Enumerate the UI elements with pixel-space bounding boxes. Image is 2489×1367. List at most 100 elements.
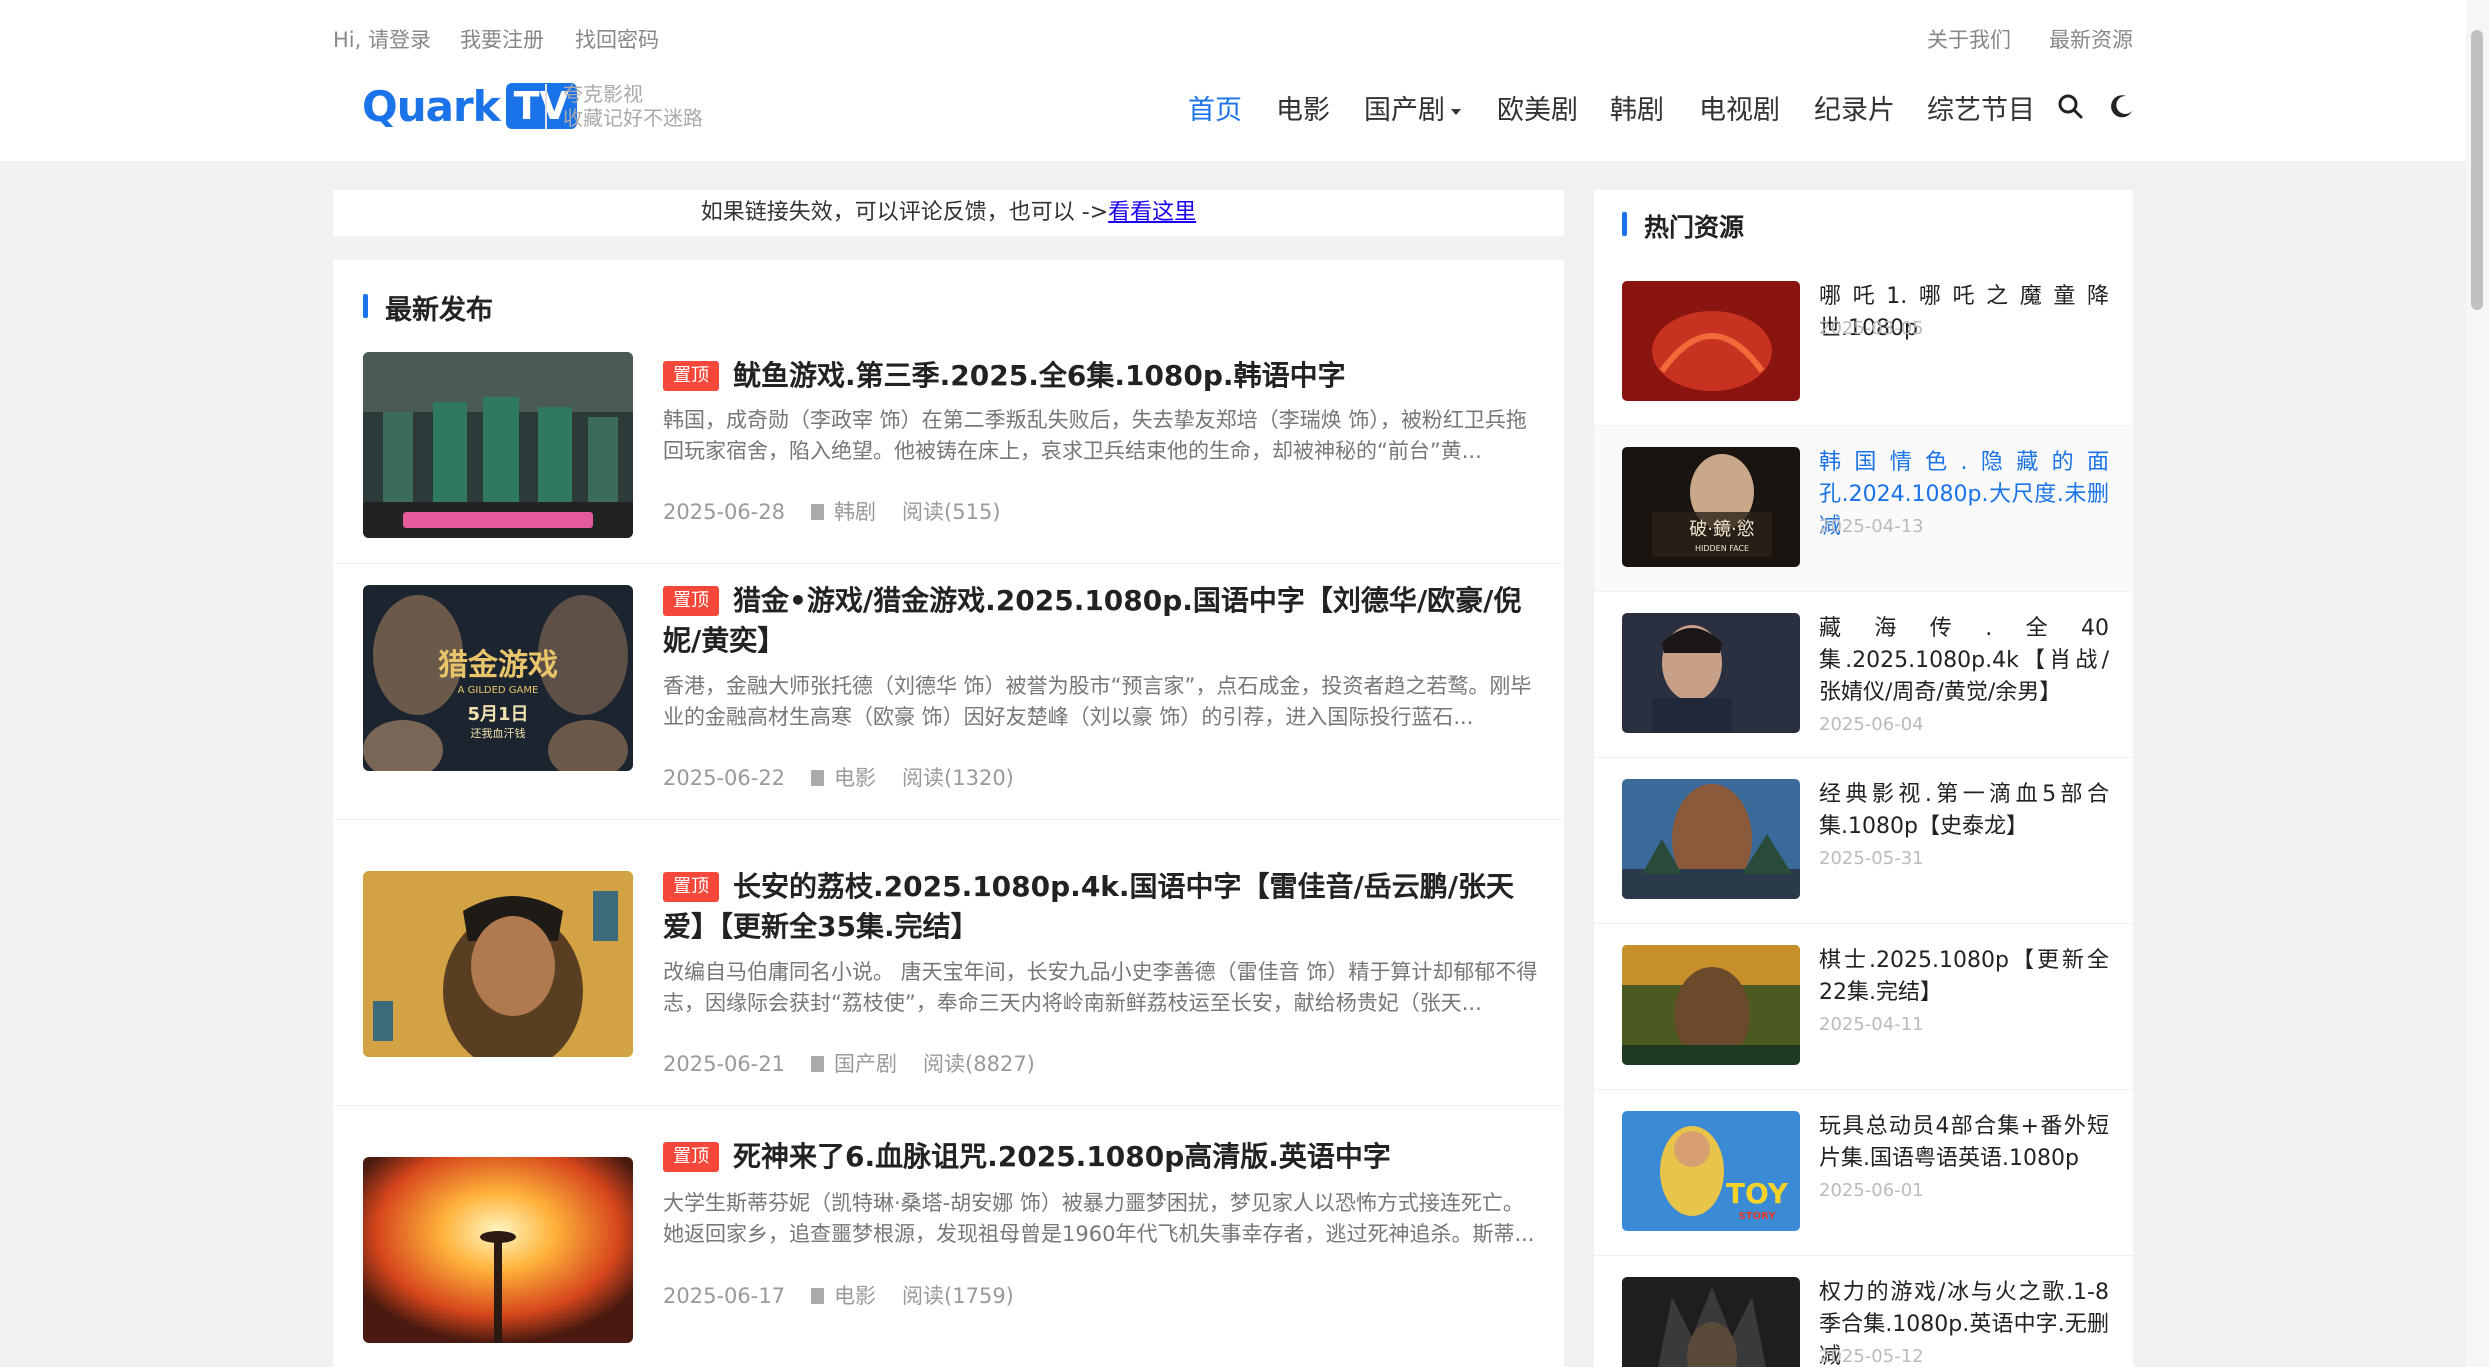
sidebar-item[interactable]: 权力的游戏/冰与火之歌.1-8季合集.1080p.英语中字.无删减 2025-0…: [1594, 1256, 2133, 1367]
sidebar-thumbnail[interactable]: 破·鏡·慾 HIDDEN FACE: [1622, 447, 1800, 567]
notice-bar: 如果链接失效，可以评论反馈，也可以 ->看看这里: [333, 190, 1564, 236]
post-category[interactable]: 电影: [811, 1284, 876, 1308]
post-excerpt: 改编自马伯庸同名小说。 唐天宝年间，长安九品小史李善德（雷佳音 饰）精于算计却郁…: [663, 960, 1538, 1015]
post-views: 阅读(8827): [923, 1052, 1035, 1076]
sidebar-title: 热门资源: [1622, 208, 1744, 244]
sidebar-item[interactable]: 哪吒1.哪吒之魔童降世.1080p 2025-03-05: [1594, 260, 2133, 426]
post-title[interactable]: 置顶 鱿鱼游戏.第三季.2025.全6集.1080p.韩语中字: [663, 356, 1538, 396]
book-icon: [811, 504, 825, 520]
post-views: 阅读(515): [902, 500, 1001, 524]
nav-korean-drama[interactable]: 韩剧: [1610, 88, 1664, 128]
svg-text:还我血汗钱: 还我血汗钱: [471, 726, 526, 740]
sidebar-item-title: 藏海传.全40集.2025.1080p.4k【肖战/张婧仪/周奇/黄觉/余男】: [1819, 616, 2109, 705]
post-title[interactable]: 置顶 死神来了6.血脉诅咒.2025.1080p高清版.英语中字: [663, 1137, 1538, 1177]
post-thumbnail[interactable]: [363, 1157, 633, 1343]
post-item: 猎金游戏 A GILDED GAME 5月1日 还我血汗钱 置顶 猎金•游戏/猎金…: [333, 565, 1564, 820]
post-item: 置顶 长安的荔枝.2025.1080p.4k.国语中字【雷佳音/岳云鹏/张天爱】【…: [333, 851, 1564, 1106]
post-date: 2025-06-22: [663, 766, 786, 790]
svg-text:STORY: STORY: [1739, 1211, 1777, 1222]
post-excerpt: 香港，金融大师张托德（刘德华 饰）被誉为股市“预言家”，点石成金，投资者趋之若鹜…: [663, 674, 1532, 729]
sidebar-item[interactable]: TOY STORY 玩具总动员4部合集+番外短片集.国语粤语英语.1080p 2…: [1594, 1090, 2133, 1256]
svg-text:TOY: TOY: [1726, 1177, 1789, 1210]
book-icon: [811, 1288, 825, 1304]
sidebar-item-date: 2025-06-04: [1819, 714, 1924, 735]
login-link[interactable]: Hi, 请登录: [333, 24, 431, 54]
register-link[interactable]: 我要注册: [460, 24, 544, 54]
pinned-badge: 置顶: [663, 872, 719, 902]
sidebar-item-date: 2025-04-11: [1819, 1014, 1924, 1035]
post-category[interactable]: 国产剧: [811, 1052, 897, 1076]
post-views: 阅读(1320): [902, 766, 1014, 790]
sidebar-item-date: 2025-06-01: [1819, 1180, 1924, 1201]
latest-posts-panel: 最新发布 置顶 鱿鱼游戏.第三季.2025.全6集.1080p.韩语中字 韩国，成…: [333, 260, 1564, 1367]
post-meta: 2025-06-22 电影 阅读(1320): [663, 762, 1040, 792]
sidebar-thumbnail[interactable]: TOY STORY: [1622, 1111, 1800, 1231]
site-slogan: 夸克影视 收藏记好不迷路: [563, 82, 703, 130]
sidebar-item[interactable]: 棋士.2025.1080p【更新全22集.完结】 2025-04-11: [1594, 924, 2133, 1090]
moon-icon[interactable]: [2108, 92, 2136, 120]
scrollbar-thumb[interactable]: [2471, 30, 2483, 310]
post-excerpt: 韩国，成奇勋（李政宰 饰）在第二季叛乱失败后，失去挚友郑培（李瑞焕 饰），被粉红…: [663, 408, 1527, 463]
post-title[interactable]: 置顶 长安的荔枝.2025.1080p.4k.国语中字【雷佳音/岳云鹏/张天爱】【…: [663, 867, 1538, 947]
svg-text:A GILDED GAME: A GILDED GAME: [458, 685, 539, 696]
logo-divider: [545, 84, 547, 130]
book-icon: [811, 770, 825, 786]
post-category[interactable]: 电影: [811, 766, 876, 790]
logo-quark: Quark: [362, 81, 501, 131]
nav-home[interactable]: 首页: [1188, 88, 1242, 128]
svg-text:破·鏡·慾: 破·鏡·慾: [1689, 519, 1754, 540]
post-date: 2025-06-21: [663, 1052, 786, 1076]
sidebar-item-title: 棋士.2025.1080p【更新全22集.完结】: [1819, 948, 2109, 1005]
book-icon: [811, 1056, 825, 1072]
sidebar-item-date: 2025-04-13: [1819, 516, 1924, 537]
sidebar-item-date: 2025-05-12: [1819, 1346, 1924, 1367]
post-meta: 2025-06-28 韩剧 阅读(515): [663, 496, 1027, 526]
post-meta: 2025-06-21 国产剧 阅读(8827): [663, 1048, 1061, 1078]
pinned-badge: 置顶: [663, 586, 719, 616]
post-date: 2025-06-28: [663, 500, 786, 524]
sidebar-item[interactable]: 破·鏡·慾 HIDDEN FACE 韩国情色.隐藏的面孔.2024.1080p.…: [1594, 426, 2133, 592]
site-header: Hi, 请登录 我要注册 找回密码 关于我们 最新资源 Quark TV 夸克影…: [0, 0, 2466, 161]
post-date: 2025-06-17: [663, 1284, 786, 1308]
section-title: 最新发布: [363, 288, 493, 327]
post-category[interactable]: 韩剧: [811, 500, 876, 524]
search-icon[interactable]: [2056, 92, 2084, 120]
chevron-down-icon: [1451, 108, 1461, 115]
svg-text:HIDDEN FACE: HIDDEN FACE: [1695, 544, 1749, 553]
nav-variety[interactable]: 综艺节目: [1927, 88, 2035, 128]
nav-tv-series[interactable]: 电视剧: [1699, 88, 1780, 128]
sidebar-item-title: 玩具总动员4部合集+番外短片集.国语粤语英语.1080p: [1819, 1114, 2109, 1171]
post-views: 阅读(1759): [902, 1284, 1014, 1308]
notice-text: 如果链接失效，可以评论反馈，也可以 ->: [700, 200, 1109, 225]
pinned-badge: 置顶: [663, 1142, 719, 1172]
sidebar-thumbnail[interactable]: [1622, 945, 1800, 1065]
nav-movie[interactable]: 电影: [1276, 88, 1330, 128]
svg-text:5月1日: 5月1日: [467, 704, 528, 725]
nav-domestic-drama[interactable]: 国产剧: [1364, 88, 1461, 128]
sidebar-item[interactable]: 藏海传.全40集.2025.1080p.4k【肖战/张婧仪/周奇/黄觉/余男】 …: [1594, 592, 2133, 758]
latest-resources-link[interactable]: 最新资源: [2049, 24, 2133, 54]
sidebar-item-date: 2025-05-31: [1819, 848, 1924, 869]
post-item: 置顶 鱿鱼游戏.第三季.2025.全6集.1080p.韩语中字 韩国，成奇勋（李政…: [333, 332, 1564, 564]
sidebar-thumbnail[interactable]: [1622, 281, 1800, 401]
sidebar-thumbnail[interactable]: [1622, 613, 1800, 733]
recover-password-link[interactable]: 找回密码: [575, 24, 659, 54]
post-thumbnail[interactable]: [363, 871, 633, 1057]
about-link[interactable]: 关于我们: [1927, 24, 2011, 54]
hot-resources-panel: 热门资源 哪吒1.哪吒之魔童降世.1080p 2025-03-05 破·鏡·慾 …: [1594, 190, 2133, 1367]
post-thumbnail[interactable]: [363, 352, 633, 538]
sidebar-thumbnail[interactable]: [1622, 779, 1800, 899]
notice-link[interactable]: 看看这里: [1108, 200, 1196, 225]
nav-western-drama[interactable]: 欧美剧: [1497, 88, 1578, 128]
post-title[interactable]: 置顶 猎金•游戏/猎金游戏.2025.1080p.国语中字【刘德华/欧豪/倪妮/黄…: [663, 581, 1538, 661]
sidebar-thumbnail[interactable]: [1622, 1277, 1800, 1367]
nav-documentary[interactable]: 纪录片: [1814, 88, 1895, 128]
page-scrollbar[interactable]: [2466, 0, 2489, 1367]
post-thumbnail[interactable]: 猎金游戏 A GILDED GAME 5月1日 还我血汗钱: [363, 585, 633, 771]
post-meta: 2025-06-17 电影 阅读(1759): [663, 1280, 1040, 1310]
post-excerpt: 大学生斯蒂芬妮（凯特琳·桑塔-胡安娜 饰）被暴力噩梦困扰，梦见家人以恐怖方式接连…: [663, 1191, 1535, 1246]
sidebar-item[interactable]: 经典影视.第一滴血5部合集.1080p【史泰龙】 2025-05-31: [1594, 758, 2133, 924]
top-bar: Hi, 请登录 我要注册 找回密码 关于我们 最新资源: [333, 24, 2133, 58]
sidebar-item-date: 2025-03-05: [1819, 318, 1924, 339]
post-item: 置顶 死神来了6.血脉诅咒.2025.1080p高清版.英语中字 大学生斯蒂芬妮（…: [333, 1137, 1564, 1367]
